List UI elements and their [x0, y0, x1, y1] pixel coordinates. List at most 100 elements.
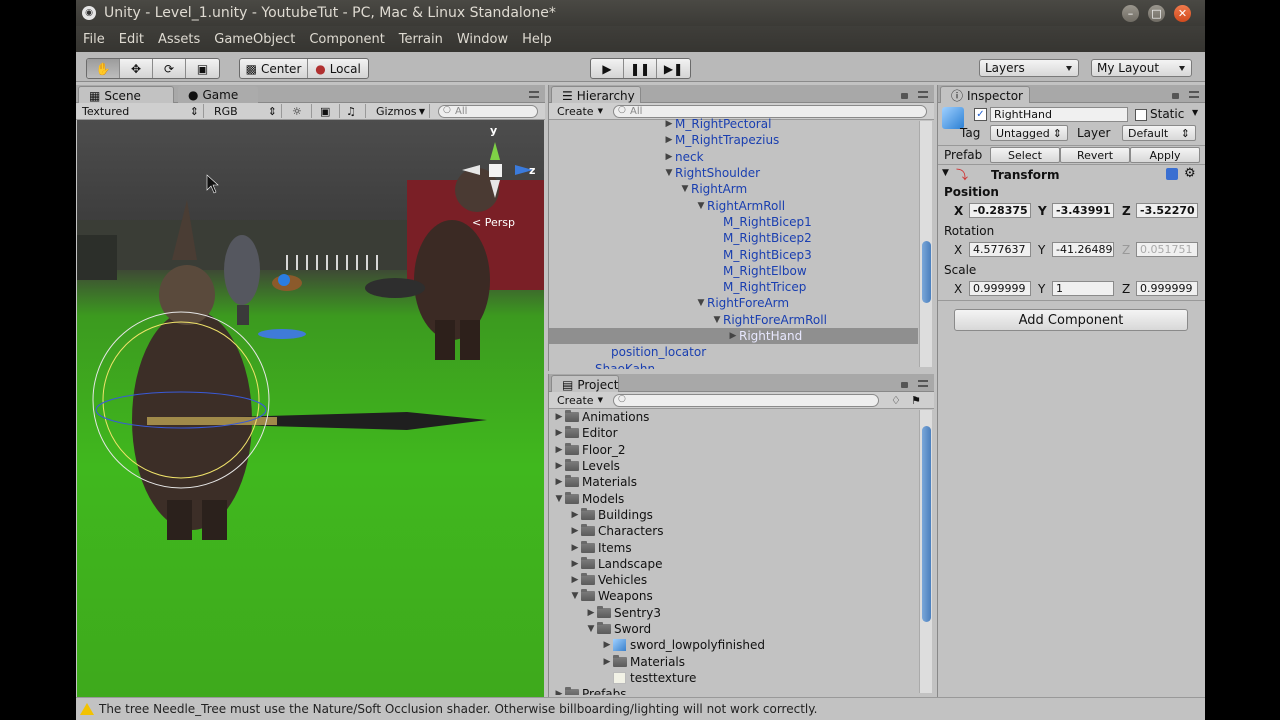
transform-header[interactable]: ▼ ⤵ Transform ⚙: [938, 166, 1205, 184]
expand-open-icon[interactable]: ▼: [569, 591, 581, 601]
prefab-apply-button[interactable]: Apply: [1130, 147, 1200, 163]
rotation-x-field[interactable]: 4.577637: [969, 242, 1031, 257]
hierarchy-item[interactable]: ▼ RightForeArm: [549, 295, 918, 311]
status-bar[interactable]: The tree Needle_Tree must use the Nature…: [76, 697, 1205, 720]
project-search-input[interactable]: [613, 394, 879, 407]
rotation-y-field[interactable]: -41.26489: [1052, 242, 1114, 257]
position-z-field[interactable]: -3.52270: [1136, 203, 1198, 218]
prefab-select-button[interactable]: Select: [990, 147, 1060, 163]
project-item[interactable]: ▶ Materials: [549, 474, 918, 490]
audio-toggle[interactable]: ♫: [342, 104, 366, 118]
hierarchy-item[interactable]: M_RightBicep2: [549, 230, 918, 246]
lighting-toggle[interactable]: ☼: [288, 104, 312, 118]
hand-tool-button[interactable]: ✋: [87, 59, 120, 78]
hierarchy-item[interactable]: M_RightElbow: [549, 263, 918, 279]
foldout-open-icon[interactable]: ▼: [942, 168, 949, 178]
hierarchy-scroll-thumb[interactable]: [922, 241, 931, 303]
hierarchy-item[interactable]: M_RightBicep1: [549, 214, 918, 230]
layout-dropdown[interactable]: My Layout: [1091, 59, 1192, 77]
add-component-button[interactable]: Add Component: [954, 309, 1188, 331]
menu-file[interactable]: File: [83, 32, 105, 47]
move-tool-button[interactable]: ✥: [120, 59, 153, 78]
expand-closed-icon[interactable]: ▶: [569, 575, 581, 585]
expand-closed-icon[interactable]: ▶: [601, 640, 613, 650]
scale-y-field[interactable]: 1: [1052, 281, 1114, 296]
expand-open-icon[interactable]: ▼: [679, 184, 691, 194]
hierarchy-item[interactable]: position_locator: [549, 344, 918, 360]
tab-inspector[interactable]: ⓘ Inspector: [940, 86, 1030, 103]
step-button[interactable]: ▶❚: [657, 59, 690, 78]
hierarchy-item[interactable]: ▼ RightArm: [549, 181, 918, 197]
tab-scene[interactable]: ▦ Scene: [78, 86, 174, 103]
gizmos-dropdown[interactable]: Gizmos ▼: [372, 104, 430, 118]
expand-open-icon[interactable]: ▼: [695, 201, 707, 211]
maximize-button[interactable]: □: [1148, 5, 1165, 22]
project-item[interactable]: ▶ Animations: [549, 409, 918, 425]
scene-search-input[interactable]: All: [438, 105, 538, 118]
panel-menu-icon[interactable]: [918, 380, 928, 387]
persp-label[interactable]: < Persp: [472, 216, 515, 229]
expand-closed-icon[interactable]: ▶: [553, 428, 565, 438]
expand-closed-icon[interactable]: ▶: [569, 559, 581, 569]
filter-by-type-button[interactable]: ♢: [887, 393, 905, 407]
scene-viewport[interactable]: y z < Persp: [77, 120, 544, 697]
position-x-field[interactable]: -0.28375: [969, 203, 1031, 218]
expand-closed-icon[interactable]: ▶: [569, 543, 581, 553]
chevron-down-icon[interactable]: ▼: [1192, 108, 1198, 117]
expand-closed-icon[interactable]: ▶: [569, 526, 581, 536]
expand-closed-icon[interactable]: ▶: [663, 135, 675, 145]
lock-icon[interactable]: [901, 93, 908, 99]
hierarchy-item[interactable]: ▶ neck: [549, 149, 918, 165]
object-name-field[interactable]: RightHand: [990, 107, 1128, 122]
filter-by-label-button[interactable]: ⚑: [907, 393, 925, 407]
menu-help[interactable]: Help: [522, 32, 552, 47]
hierarchy-item[interactable]: ▼ RightForeArmRoll: [549, 312, 918, 328]
hierarchy-item[interactable]: ▼ RightArmRoll: [549, 197, 918, 213]
tag-dropdown[interactable]: Untagged ⇕: [990, 125, 1068, 141]
menu-assets[interactable]: Assets: [158, 32, 200, 47]
expand-open-icon[interactable]: ▼: [585, 624, 597, 634]
rotate-tool-button[interactable]: ⟳: [153, 59, 186, 78]
expand-closed-icon[interactable]: ▶: [553, 445, 565, 455]
project-item[interactable]: ▶ Floor_2: [549, 442, 918, 458]
rotation-z-field[interactable]: 0.051751: [1136, 242, 1198, 257]
expand-closed-icon[interactable]: ▶: [553, 412, 565, 422]
panel-menu-icon[interactable]: [529, 91, 539, 98]
expand-closed-icon[interactable]: ▶: [585, 608, 597, 618]
project-item[interactable]: ▶ Materials: [549, 653, 918, 669]
minimize-button[interactable]: –: [1122, 5, 1139, 22]
project-item[interactable]: ▼ Weapons: [549, 588, 918, 604]
menu-window[interactable]: Window: [457, 32, 508, 47]
expand-closed-icon[interactable]: ▶: [663, 152, 675, 162]
position-y-field[interactable]: -3.43991: [1052, 203, 1114, 218]
expand-open-icon[interactable]: ▼: [711, 315, 723, 325]
menu-component[interactable]: Component: [309, 32, 384, 47]
panel-menu-icon[interactable]: [1189, 91, 1199, 98]
prefab-revert-button[interactable]: Revert: [1060, 147, 1130, 163]
project-item[interactable]: ▶ Levels: [549, 458, 918, 474]
expand-closed-icon[interactable]: ▶: [553, 461, 565, 471]
project-scrollbar[interactable]: [919, 410, 932, 693]
expand-closed-icon[interactable]: ▶: [553, 689, 565, 695]
expand-open-icon[interactable]: ▼: [695, 298, 707, 308]
layers-dropdown[interactable]: Layers: [979, 59, 1079, 77]
layer-dropdown[interactable]: Default ⇕: [1122, 125, 1196, 141]
expand-closed-icon[interactable]: ▶: [553, 477, 565, 487]
hierarchy-item[interactable]: ▶ M_RightPectoral: [549, 116, 918, 132]
panel-menu-icon[interactable]: [918, 91, 928, 98]
expand-closed-icon[interactable]: ▶: [663, 119, 675, 129]
play-button[interactable]: ▶: [591, 59, 624, 78]
tab-game[interactable]: ● Game: [178, 86, 258, 103]
lock-icon[interactable]: [1172, 93, 1179, 99]
project-item[interactable]: ▼ Models: [549, 490, 918, 506]
expand-closed-icon[interactable]: ▶: [601, 657, 613, 667]
hierarchy-item[interactable]: ShaoKahn: [549, 360, 918, 369]
help-book-icon[interactable]: [1166, 168, 1178, 180]
static-checkbox[interactable]: [1135, 109, 1147, 121]
project-item[interactable]: ▼ Sword: [549, 621, 918, 637]
hierarchy-item[interactable]: M_RightTricep: [549, 279, 918, 295]
project-item[interactable]: ▶ Items: [549, 539, 918, 555]
scale-z-field[interactable]: 0.999999: [1136, 281, 1198, 296]
expand-open-icon[interactable]: ▼: [553, 494, 565, 504]
render-mode-dropdown[interactable]: Textured ⇕: [78, 104, 204, 118]
